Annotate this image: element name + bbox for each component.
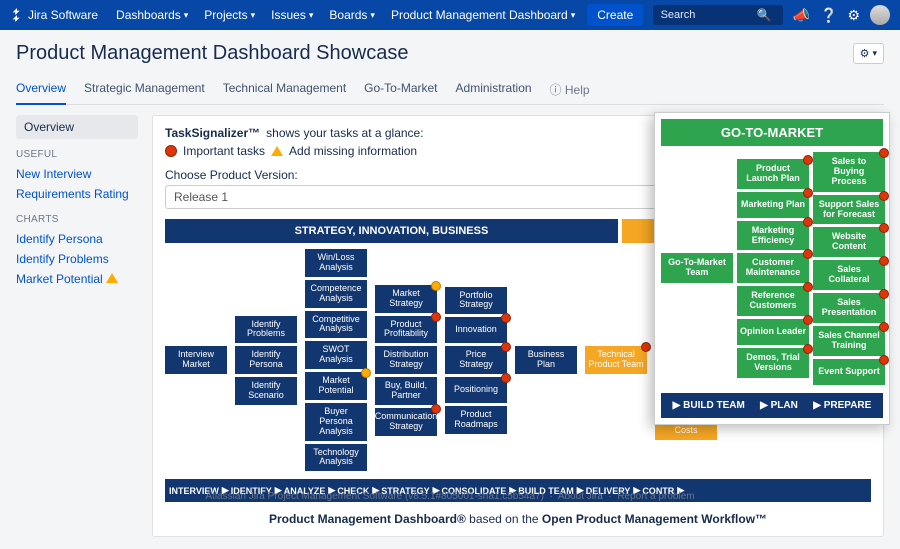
card[interactable]: Buyer Persona Analysis — [305, 403, 367, 441]
page-title: Product Management Dashboard Showcase — [16, 42, 408, 65]
nav-dashboards[interactable]: Dashboards▾ — [108, 0, 196, 30]
nav-issues[interactable]: Issues▾ — [263, 0, 321, 30]
card[interactable]: Technology Analysis — [305, 444, 367, 472]
card[interactable]: Reference Customers — [737, 286, 809, 316]
card[interactable]: Event Support — [813, 359, 885, 385]
sidebar-item[interactable]: Identify Persona — [16, 229, 138, 249]
tab-gtm[interactable]: Go-To-Market — [364, 75, 437, 104]
brand-text: Jira Software — [28, 8, 98, 22]
card[interactable]: Market Potential — [305, 372, 367, 400]
card[interactable]: Sales Presentation — [813, 293, 885, 323]
card[interactable]: Competence Analysis — [305, 280, 367, 308]
topbar: Jira Software Dashboards▾ Projects▾ Issu… — [0, 0, 900, 30]
settings-icon[interactable]: ⚙ — [847, 7, 860, 24]
nav-projects[interactable]: Projects▾ — [196, 0, 263, 30]
card[interactable]: Portfolio Strategy — [445, 287, 507, 315]
card[interactable]: Positioning — [445, 377, 507, 403]
dashboard-settings-button[interactable]: ⚙▾ — [853, 43, 884, 64]
gtm-overlay: GO-TO-MARKET Go-To-Market Team Product L… — [654, 112, 890, 425]
card[interactable]: Business Plan — [515, 346, 577, 374]
card[interactable]: Sales Collateral — [813, 260, 885, 290]
card[interactable]: Website Content — [813, 227, 885, 257]
card[interactable]: Innovation — [445, 317, 507, 343]
card[interactable]: Customer Maintenance — [737, 253, 809, 283]
card[interactable]: SWOT Analysis — [305, 341, 367, 369]
card[interactable]: Price Strategy — [445, 346, 507, 374]
card[interactable]: Sales to Buying Process — [813, 152, 885, 192]
card[interactable]: Buy, Build, Partner — [375, 377, 437, 405]
card[interactable]: Go-To-Market Team — [661, 253, 733, 283]
card[interactable]: Sales Channel Training — [813, 326, 885, 356]
overlay-sequence: ▶ BUILD TEAM▶ PLAN▶ PREPARE — [661, 393, 883, 418]
tab-admin[interactable]: Administration — [456, 75, 532, 104]
tab-technical[interactable]: Technical Management — [223, 75, 346, 104]
footer-link[interactable]: Project Management Software — [268, 491, 403, 502]
card[interactable]: Distribution Strategy — [375, 346, 437, 374]
header-strategy: STRATEGY, INNOVATION, BUSINESS — [165, 219, 618, 243]
help-icon[interactable]: ❔ — [820, 7, 837, 24]
warning-icon — [271, 146, 283, 156]
card[interactable]: Identify Problems — [235, 316, 297, 344]
gear-icon: ⚙ — [860, 47, 870, 60]
sidebar-item[interactable]: Market Potential — [16, 269, 138, 289]
card[interactable]: Marketing Plan — [737, 192, 809, 218]
sidebar-item[interactable]: Requirements Rating — [16, 184, 138, 204]
chevron-down-icon: ▾ — [184, 10, 189, 21]
card[interactable]: Competitive Analysis — [305, 311, 367, 339]
search-input[interactable] — [661, 9, 751, 21]
card[interactable]: Win/Loss Analysis — [305, 249, 367, 277]
search-icon: 🔍 — [757, 8, 772, 22]
tab-overview[interactable]: Overview — [16, 75, 66, 105]
logo[interactable]: Jira Software — [10, 8, 98, 22]
tab-bar: Overview Strategic Management Technical … — [16, 75, 884, 105]
card[interactable]: Support Sales for Forecast — [813, 195, 885, 225]
sidebar-item-overview[interactable]: Overview — [16, 115, 138, 139]
card[interactable]: Demos, Trial Versions — [737, 348, 809, 378]
nav-pmd[interactable]: Product Management Dashboard▾ — [383, 0, 583, 30]
card[interactable]: Market Strategy — [375, 285, 437, 313]
card[interactable]: Product Profitability — [375, 316, 437, 344]
tab-strategic[interactable]: Strategic Management — [84, 75, 205, 104]
card[interactable]: Interview Market — [165, 346, 227, 374]
nav-boards[interactable]: Boards▾ — [321, 0, 383, 30]
card[interactable]: Communication Strategy — [375, 408, 437, 436]
footer-link[interactable]: About Jira — [558, 491, 603, 502]
footer-link[interactable]: Report a problem — [617, 491, 694, 502]
footer: Atlassian Jira Project Management Softwa… — [0, 491, 900, 502]
sidebar: Overview USEFUL New Interview Requiremen… — [16, 115, 138, 537]
search-box[interactable]: 🔍 — [653, 5, 783, 25]
notifications-icon[interactable]: 📣 — [793, 7, 810, 24]
card[interactable]: Technical Product Team — [585, 346, 647, 374]
tab-help[interactable]: ⓘ Help — [550, 75, 590, 104]
important-icon — [165, 145, 177, 157]
card[interactable]: Opinion Leader — [737, 319, 809, 345]
avatar[interactable] — [870, 5, 890, 25]
warning-icon — [106, 273, 118, 283]
card[interactable]: Marketing Efficiency — [737, 221, 809, 251]
jira-icon — [10, 8, 24, 22]
create-button[interactable]: Create — [587, 4, 643, 26]
card[interactable]: Product Launch Plan — [737, 159, 809, 189]
card[interactable]: Identify Persona — [235, 346, 297, 374]
card[interactable]: Identify Scenario — [235, 377, 297, 405]
sidebar-item[interactable]: New Interview — [16, 164, 138, 184]
sidebar-item[interactable]: Identify Problems — [16, 249, 138, 269]
card[interactable]: Product Roadmaps — [445, 406, 507, 434]
